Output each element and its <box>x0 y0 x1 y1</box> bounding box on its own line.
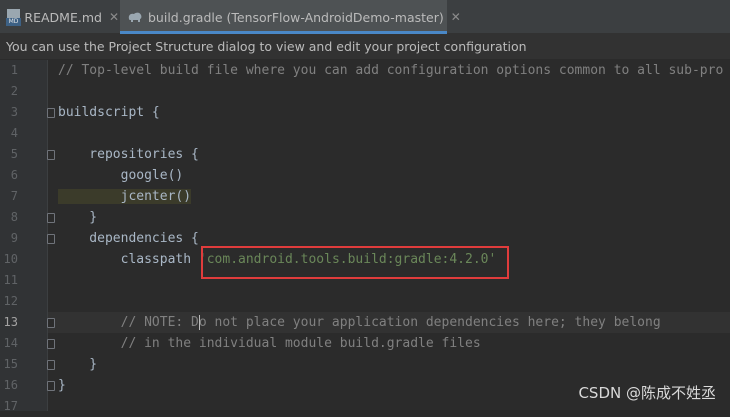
code-line: google() <box>58 168 184 183</box>
fold-toggle-icon[interactable] <box>47 381 55 391</box>
line-number: 9 <box>10 231 18 245</box>
fold-toggle-icon[interactable] <box>47 360 55 370</box>
line-number: 1 <box>10 63 18 77</box>
fold-toggle-icon[interactable] <box>47 339 55 349</box>
fold-toggle-icon[interactable] <box>47 150 55 160</box>
gradle-elephant-icon <box>127 10 143 24</box>
code-line: jcenter() <box>58 186 192 207</box>
code-line: } <box>58 210 98 225</box>
code-line: // in the individual module build.gradle… <box>58 336 481 351</box>
line-number: 2 <box>10 84 18 98</box>
line-number-gutter[interactable]: 1 2 3 4 5 6 7 8 9 10 11 12 13 14 15 16 1… <box>0 60 48 413</box>
line-number: 16 <box>3 378 18 392</box>
markdown-file-icon: MD <box>6 8 21 26</box>
watermark: CSDN @陈成不姓丞 <box>578 384 716 402</box>
fold-toggle-icon[interactable] <box>47 318 55 328</box>
fold-toggle-icon[interactable] <box>47 213 55 223</box>
project-structure-banner: You can use the Project Structure dialog… <box>0 34 730 60</box>
close-icon[interactable]: ✕ <box>451 10 461 24</box>
line-number: 3 <box>10 105 18 119</box>
code-line: // NOTE: Do not place your application d… <box>58 315 661 330</box>
line-number: 17 <box>3 399 18 413</box>
banner-text: You can use the Project Structure dialog… <box>6 39 527 54</box>
line-number: 7 <box>10 189 18 203</box>
tab-readme[interactable]: MD README.md ✕ <box>0 0 119 34</box>
code-line: repositories { <box>58 147 199 162</box>
line-number: 14 <box>3 336 18 350</box>
code-line: } <box>58 378 66 393</box>
classpath-keyword: classpath <box>58 252 199 267</box>
fold-toggle-icon[interactable] <box>47 108 55 118</box>
code-line: dependencies { <box>58 231 199 246</box>
line-number: 13 <box>3 315 18 329</box>
jcenter-call: jcenter() <box>58 189 192 204</box>
close-icon[interactable]: ✕ <box>109 10 119 24</box>
line-number: 8 <box>10 210 18 224</box>
line-number: 12 <box>3 294 18 308</box>
fold-toggle-icon[interactable] <box>47 234 55 244</box>
tab-build-gradle-label: build.gradle (TensorFlow-AndroidDemo-mas… <box>148 9 444 25</box>
highlight-annotation-box <box>201 246 509 279</box>
code-line: } <box>58 357 98 372</box>
line-number: 15 <box>3 357 18 371</box>
line-number: 4 <box>10 126 18 140</box>
line-number: 5 <box>10 147 18 161</box>
text-caret <box>199 315 200 330</box>
code-line: buildscript { <box>58 105 160 120</box>
line-number: 10 <box>3 252 18 266</box>
code-line: // Top-level build file where you can ad… <box>58 63 724 78</box>
editor-tab-bar: MD README.md ✕ build.gradle (TensorFlow-… <box>0 0 730 34</box>
line-number: 6 <box>10 168 18 182</box>
code-editor[interactable]: 1 2 3 4 5 6 7 8 9 10 11 12 13 14 15 16 1… <box>0 60 730 413</box>
line-number: 11 <box>3 273 18 287</box>
tab-readme-label: README.md <box>24 9 102 25</box>
tab-build-gradle[interactable]: build.gradle (TensorFlow-AndroidDemo-mas… <box>120 0 461 34</box>
